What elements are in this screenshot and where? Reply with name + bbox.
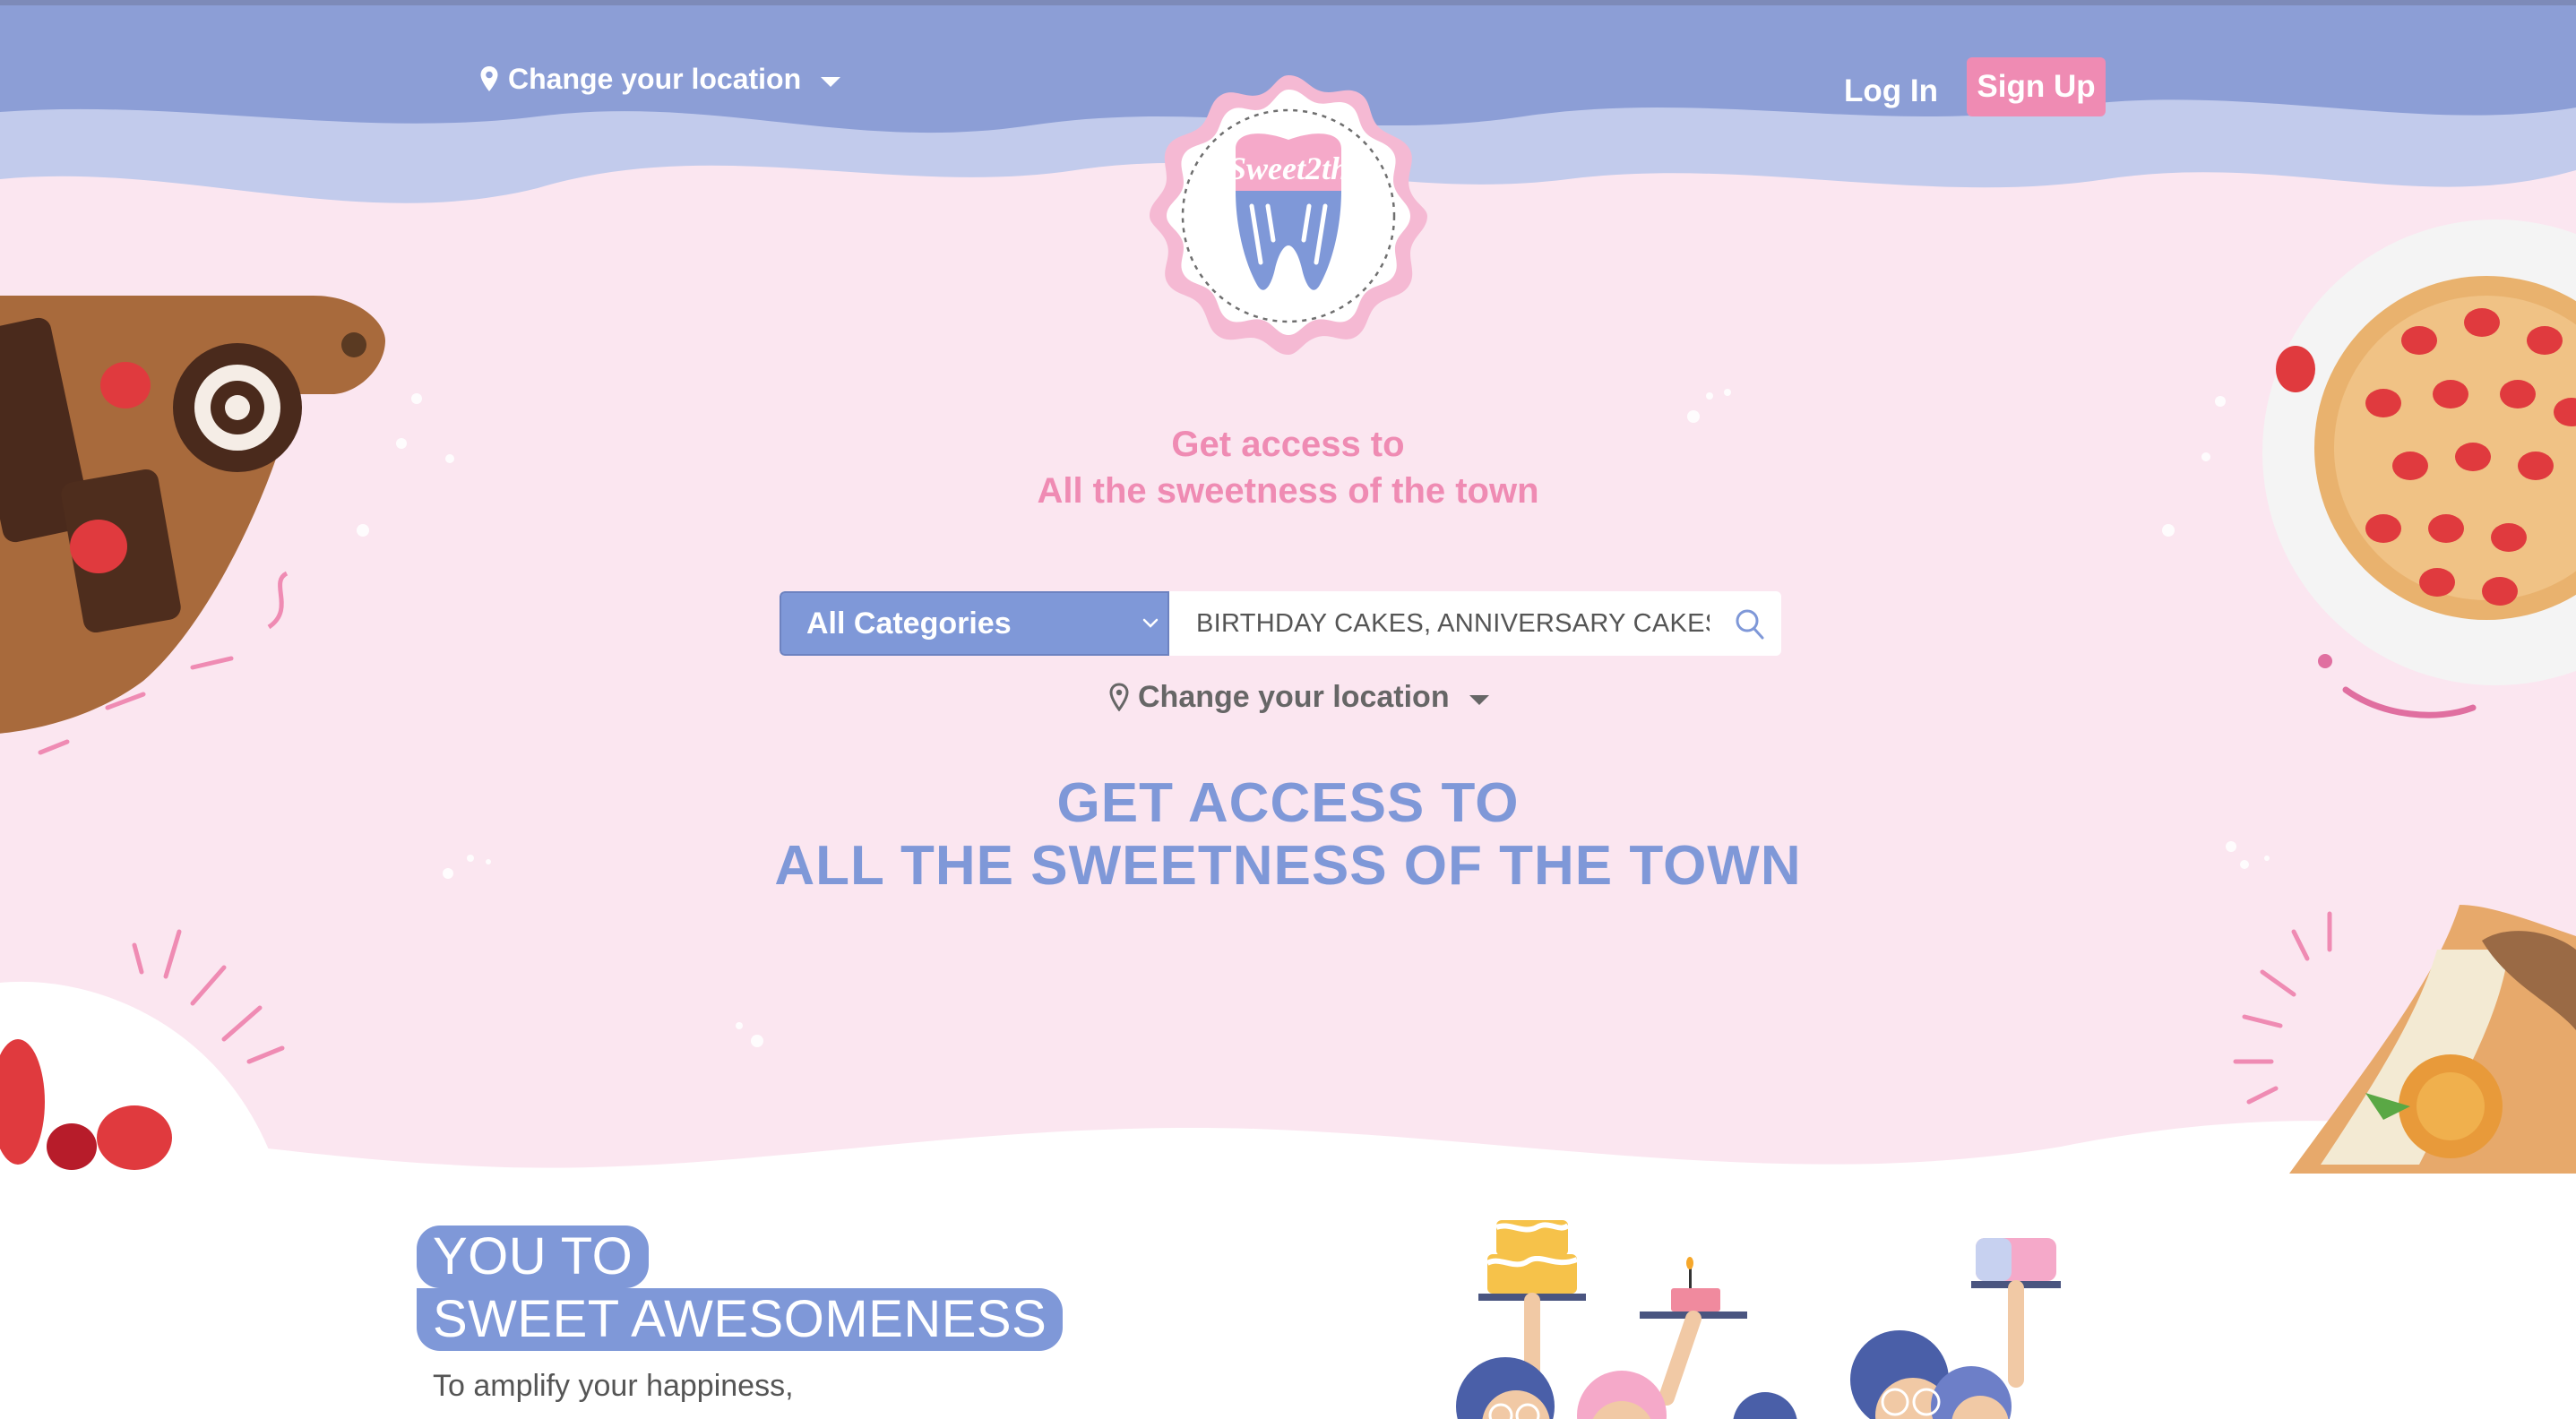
hero-tagline-line2: All the sweetness of the town	[1037, 471, 1539, 511]
logo-wordmark: Sweet2th	[1228, 150, 1348, 186]
signup-button[interactable]: Sign Up	[1967, 57, 2106, 116]
category-selected-label: All Categories	[806, 606, 1012, 641]
promo-subtitle: To amplify your happiness,	[433, 1369, 794, 1403]
header-location-selector[interactable]: Change your location	[479, 59, 841, 99]
promo-title: YOU TO SWEET AWESOMENESS	[417, 1226, 1064, 1351]
location-selector-label: Change your location	[1138, 679, 1450, 714]
hero-tagline: Get access to All the sweetness of the t…	[0, 421, 2576, 514]
search-input[interactable]	[1169, 591, 1719, 656]
chevron-down-icon	[821, 76, 841, 87]
promo-title-line1: YOU TO	[417, 1226, 650, 1288]
search-bar: All Categories	[780, 591, 1781, 656]
map-pin-icon	[480, 66, 498, 91]
people-holding-cakes-illustration	[1456, 1220, 2061, 1419]
hero-heading-line1: GET ACCESS TO	[1056, 772, 1520, 834]
location-selector[interactable]: Change your location	[1109, 674, 1489, 720]
page: Change your location Log In Sign Up Swee…	[0, 0, 2576, 1419]
header-location-label: Change your location	[508, 62, 802, 95]
login-link[interactable]: Log In	[1844, 70, 1938, 113]
map-pin-icon	[1109, 683, 1129, 711]
category-select[interactable]: All Categories	[780, 591, 1169, 656]
chevron-down-icon	[1469, 694, 1489, 705]
sweet2th-logo[interactable]: Sweet2th	[1142, 70, 1434, 362]
promo-title-line2: SWEET AWESOMENESS	[417, 1288, 1064, 1351]
search-icon	[1736, 609, 1764, 640]
search-button[interactable]	[1719, 591, 1781, 656]
hero-heading-line2: ALL THE SWEETNESS OF THE TOWN	[774, 835, 1802, 897]
chevron-down-icon	[1142, 618, 1159, 628]
hero-heading: GET ACCESS TO ALL THE SWEETNESS OF THE T…	[0, 772, 2576, 898]
hero-tagline-line1: Get access to	[1171, 425, 1405, 464]
